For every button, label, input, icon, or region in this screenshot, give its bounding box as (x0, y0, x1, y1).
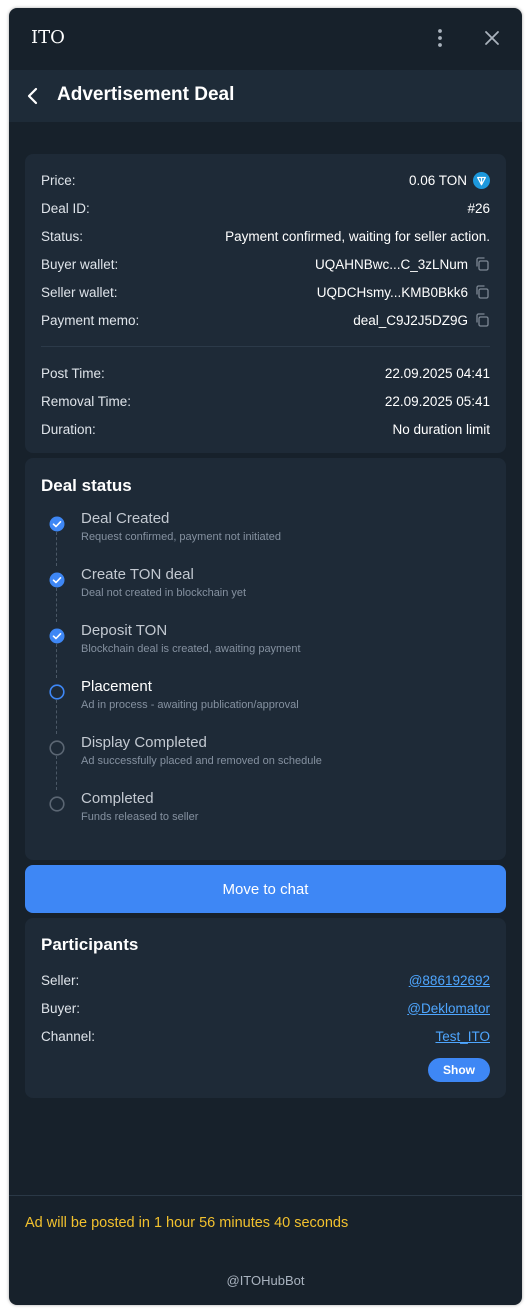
page-title: Advertisement Deal (57, 84, 235, 105)
seller-wallet-label: Seller wallet: (41, 284, 118, 300)
check-circle-icon (49, 628, 65, 644)
copy-icon[interactable] (474, 256, 490, 272)
divider (41, 346, 490, 347)
step-subtitle: Ad successfully placed and removed on sc… (81, 755, 322, 767)
price-value: 0.06 TON (408, 172, 467, 188)
page-header: Advertisement Deal (9, 70, 522, 122)
deal-id-row: Deal ID: #26 (41, 197, 490, 219)
move-to-chat-button[interactable]: Move to chat (25, 865, 506, 913)
buyer-row: Buyer: @Deklomator (41, 997, 490, 1019)
app-title: ITO (31, 27, 65, 48)
step-placement: Placement Ad in process - awaiting publi… (41, 678, 481, 722)
buyer-wallet-label: Buyer wallet: (41, 256, 119, 272)
status-label: Status: (41, 228, 84, 244)
step-deposit-ton: Deposit TON Blockchain deal is created, … (41, 622, 481, 666)
app-window: ITO Advertisement Deal Price: 0.06 TON D… (9, 8, 522, 1305)
step-create-ton-deal: Create TON deal Deal not created in bloc… (41, 566, 481, 610)
step-title: Display Completed (81, 734, 207, 751)
buyer-label: Buyer: (41, 1000, 81, 1016)
title-bar: ITO (9, 8, 522, 70)
step-display-completed: Display Completed Ad successfully placed… (41, 734, 481, 778)
step-subtitle: Funds released to seller (81, 811, 199, 823)
seller-wallet-value: UQDCHsmy...KMB0Bkk6 (316, 284, 468, 300)
pending-step-circle-icon (49, 740, 65, 756)
step-subtitle: Blockchain deal is created, awaiting pay… (81, 643, 301, 655)
step-title: Deal Created (81, 510, 170, 527)
price-row: Price: 0.06 TON (41, 169, 490, 191)
back-arrow-icon[interactable] (21, 84, 45, 108)
seller-link[interactable]: @886192692 (409, 973, 490, 988)
payment-memo-group: deal_C9J2J5DZ9G (353, 312, 490, 328)
participants-card: Participants Seller: @886192692 Buyer: @… (25, 918, 506, 1098)
duration-value: No duration limit (392, 421, 490, 437)
pending-step-circle-icon (49, 796, 65, 812)
buyer-wallet-value: UQAHNBwc...C_3zLNum (314, 256, 468, 272)
removal-time-row: Removal Time: 22.09.2025 05:41 (41, 390, 490, 412)
close-icon[interactable] (480, 26, 504, 50)
check-circle-icon (49, 572, 65, 588)
buyer-wallet-row: Buyer wallet: UQAHNBwc...C_3zLNum (41, 253, 490, 275)
step-title: Placement (81, 678, 152, 695)
check-circle-icon (49, 516, 65, 532)
deal-id-value: #26 (467, 200, 490, 216)
seller-wallet-row: Seller wallet: UQDCHsmy...KMB0Bkk6 (41, 281, 490, 303)
buyer-link[interactable]: @Deklomator (407, 1001, 490, 1016)
show-button[interactable]: Show (428, 1058, 490, 1082)
channel-row: Channel: Test_ITO (41, 1025, 490, 1047)
step-completed: Completed Funds released to seller (41, 790, 481, 834)
post-time-value: 22.09.2025 04:41 (384, 365, 490, 381)
channel-label: Channel: (41, 1028, 96, 1044)
copy-icon[interactable] (474, 284, 490, 300)
step-deal-created: Deal Created Request confirmed, payment … (41, 510, 481, 554)
deal-status-card: Deal status Deal Created Request confirm… (25, 458, 506, 860)
current-step-circle-icon (49, 684, 65, 700)
payment-memo-row: Payment memo: deal_C9J2J5DZ9G (41, 309, 490, 331)
price-value-group: 0.06 TON (408, 171, 490, 189)
deal-id-label: Deal ID: (41, 200, 90, 216)
status-value: Payment confirmed, waiting for seller ac… (225, 228, 490, 244)
step-subtitle: Request confirmed, payment not initiated (81, 531, 281, 543)
removal-time-label: Removal Time: (41, 393, 132, 409)
more-options-icon[interactable] (428, 26, 452, 50)
divider (9, 1195, 522, 1196)
duration-label: Duration: (41, 421, 96, 437)
post-time-label: Post Time: (41, 365, 105, 381)
removal-time-value: 22.09.2025 05:41 (384, 393, 490, 409)
step-subtitle: Deal not created in blockchain yet (81, 587, 247, 599)
seller-label: Seller: (41, 972, 80, 988)
duration-row: Duration: No duration limit (41, 418, 490, 440)
copy-icon[interactable] (474, 312, 490, 328)
payment-memo-label: Payment memo: (41, 312, 140, 328)
price-label: Price: (41, 172, 76, 188)
step-subtitle: Ad in process - awaiting publication/app… (81, 699, 299, 711)
deal-status-title: Deal status (41, 476, 132, 495)
seller-row: Seller: @886192692 (41, 969, 490, 991)
step-title: Create TON deal (81, 566, 194, 583)
posting-countdown: Ad will be posted in 1 hour 56 minutes 4… (25, 1215, 349, 1231)
buyer-wallet-group: UQAHNBwc...C_3zLNum (315, 256, 490, 272)
seller-wallet-group: UQDCHsmy...KMB0Bkk6 (317, 284, 490, 300)
step-title: Completed (81, 790, 154, 807)
post-time-row: Post Time: 22.09.2025 04:41 (41, 362, 490, 384)
channel-link[interactable]: Test_ITO (435, 1029, 490, 1044)
deal-info-card: Price: 0.06 TON Deal ID: #26 Status: Pay… (25, 154, 506, 453)
bot-handle: @ITOHubBot (226, 1273, 305, 1288)
participants-title: Participants (41, 935, 139, 954)
step-title: Deposit TON (81, 622, 168, 639)
ton-icon (473, 171, 490, 189)
status-row: Status: Payment confirmed, waiting for s… (41, 225, 490, 247)
payment-memo-value: deal_C9J2J5DZ9G (353, 312, 468, 328)
